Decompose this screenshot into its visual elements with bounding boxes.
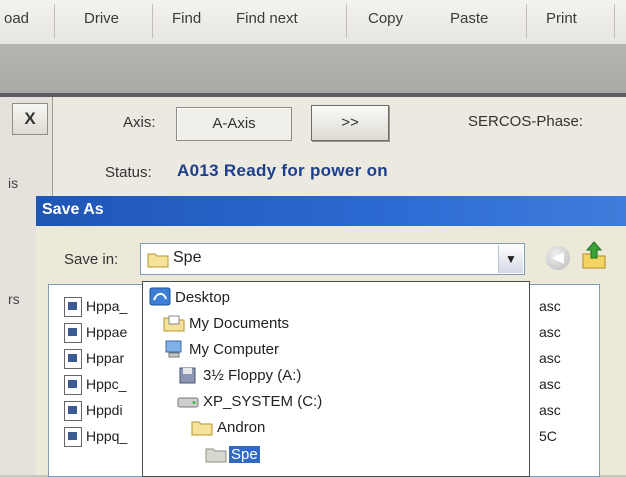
toolbar-load-button[interactable]: oad [4, 10, 29, 28]
toolbar-separator [526, 4, 527, 38]
file-extension: asc [539, 324, 561, 340]
toolbar-copy-button[interactable]: Copy [368, 10, 403, 28]
axis-label: Axis: [123, 114, 156, 131]
axis-value-field[interactable]: A-Axis [176, 107, 292, 141]
up-folder-icon[interactable] [581, 240, 607, 270]
save-in-combobox[interactable]: Spe ▼ [140, 243, 525, 275]
save-in-dropdown[interactable]: Desktop My Documents My Computer 3½ Flop… [142, 281, 530, 477]
toolbar-separator [152, 4, 153, 38]
toolbar-paste-button[interactable]: Paste [450, 10, 488, 28]
hard-drive-icon [177, 397, 199, 408]
file-extension: asc [539, 376, 561, 392]
left-panel-text: rs [8, 291, 20, 307]
toolbar-separator [54, 4, 55, 38]
file-icon [64, 427, 82, 447]
toolbar-separator [346, 4, 347, 38]
header-band [0, 45, 626, 93]
my-documents-icon [163, 315, 185, 332]
left-panel-text: is [8, 175, 19, 191]
save-in-label: Save in: [64, 251, 119, 268]
save-as-dialog: Save in: Spe ▼ ◀ Hppa_ Hppae Hppar Hppc_… [36, 226, 626, 477]
next-axis-button[interactable]: >> [311, 105, 389, 141]
folder-icon [147, 253, 169, 268]
file-extension: asc [539, 350, 561, 366]
toolbar-find-button[interactable]: Find [172, 10, 201, 28]
file-extension: 5C [539, 428, 557, 444]
floppy-icon [179, 367, 196, 384]
file-icon [64, 297, 82, 317]
toolbar-separator [614, 4, 615, 38]
toolbar-drive-button[interactable]: Drive [84, 10, 119, 28]
status-label: Status: [105, 164, 152, 181]
toolbar-find-next-button[interactable]: Find next [236, 10, 298, 28]
file-extension: asc [539, 298, 561, 314]
file-extension: asc [539, 402, 561, 418]
folder-icon [205, 448, 227, 463]
file-icon [64, 401, 82, 421]
file-icon [64, 375, 82, 395]
close-button[interactable]: X [12, 103, 48, 135]
file-icon [64, 349, 82, 369]
file-icon [64, 323, 82, 343]
back-icon[interactable]: ◀ [546, 246, 570, 270]
save-in-value: Spe [173, 249, 202, 266]
folder-icon [191, 421, 213, 436]
save-as-title-bar[interactable]: Save As [36, 196, 626, 226]
toolbar-print-button[interactable]: Print [546, 10, 577, 28]
status-value: A013 Ready for power on [177, 161, 388, 180]
my-computer-icon [165, 340, 182, 358]
dialog-title: Save As [42, 201, 104, 218]
toolbar: oad Drive Find Find next Copy Paste Prin… [0, 0, 626, 45]
desktop-icon [149, 287, 171, 306]
sercos-phase-label: SERCOS-Phase: [468, 113, 584, 130]
chevron-down-icon[interactable]: ▼ [498, 245, 523, 273]
